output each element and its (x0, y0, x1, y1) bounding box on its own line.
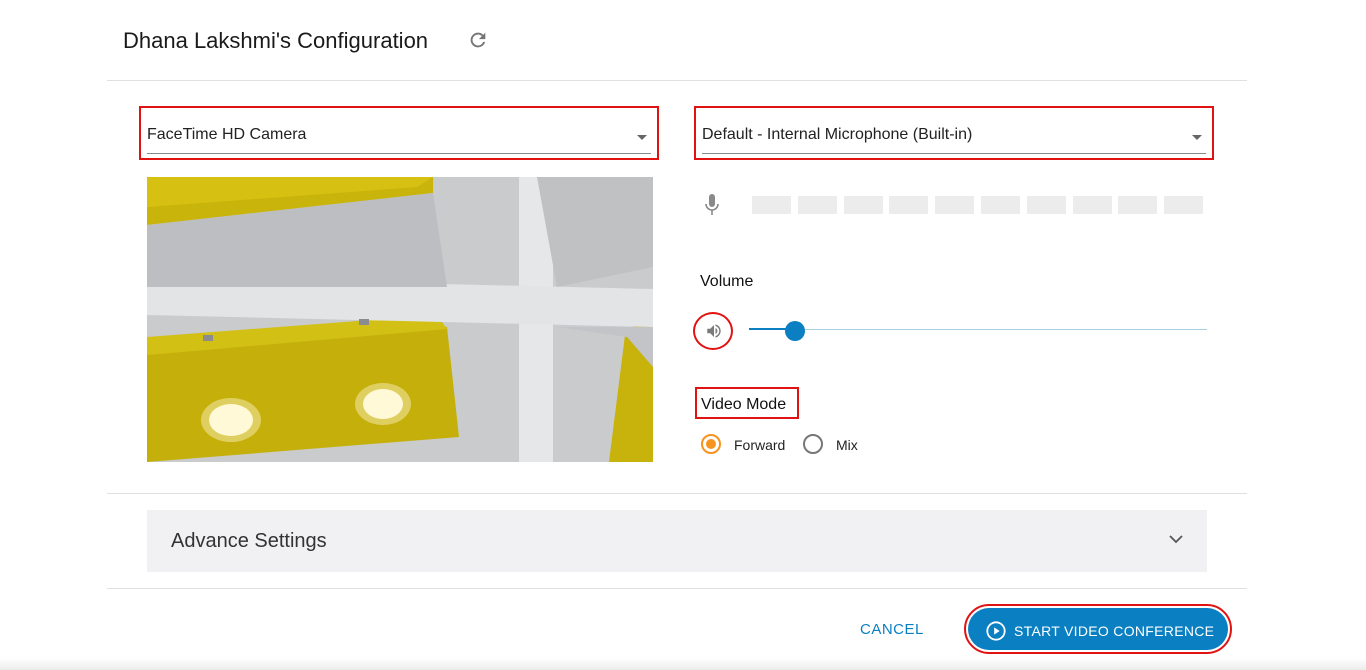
volume-slider-thumb[interactable] (784, 321, 805, 341)
radio-circle (803, 434, 823, 454)
meter-segment (797, 196, 837, 214)
page-title: Dhana Lakshmi's Configuration (123, 28, 429, 53)
start-video-conference-label: START VIDEO CONFERENCE (1014, 623, 1215, 639)
radio-forward-label: Forward (734, 437, 786, 453)
start-video-conference-button[interactable]: START VIDEO CONFERENCE (964, 604, 1232, 654)
microphone-level-meter (752, 196, 1207, 214)
meter-segment (1164, 196, 1204, 214)
chevron-down-icon (1169, 535, 1183, 544)
cancel-button[interactable]: CANCEL (860, 621, 924, 638)
meter-segment (843, 196, 883, 214)
advance-settings-panel[interactable]: Advance Settings (147, 510, 1207, 572)
divider (107, 588, 1247, 589)
configuration-dialog: Dhana Lakshmi's Configuration FaceTime H… (107, 0, 1247, 670)
camera-select-value: FaceTime HD Camera (147, 126, 307, 143)
camera-preview (147, 177, 653, 462)
volume-slider[interactable] (749, 318, 1207, 342)
dialog-header: Dhana Lakshmi's Configuration (107, 0, 1247, 81)
camera-select[interactable]: FaceTime HD Camera (139, 106, 659, 160)
meter-segment (752, 196, 791, 214)
divider (107, 493, 1247, 494)
meter-segment (935, 196, 975, 214)
microphone-icon (704, 194, 720, 216)
microphone-select-value: Default - Internal Microphone (Built-in) (702, 126, 973, 143)
advance-settings-label: Advance Settings (171, 530, 327, 552)
meter-segment (981, 196, 1020, 214)
meter-segment (889, 196, 929, 214)
speaker-icon (707, 324, 721, 338)
meter-segment (1072, 196, 1112, 214)
refresh-icon[interactable] (467, 29, 489, 51)
radio-circle (701, 434, 721, 454)
meter-segment (1118, 196, 1158, 214)
volume-slider-track (749, 329, 1207, 330)
page-bottom-shadow (0, 658, 1366, 670)
dropdown-arrow-icon (1192, 135, 1202, 140)
play-circle-icon (986, 621, 1006, 641)
meter-segment (1026, 196, 1066, 214)
video-mode-label: Video Mode (695, 387, 799, 419)
camera-feed-image (147, 177, 653, 462)
microphone-select[interactable]: Default - Internal Microphone (Built-in) (694, 106, 1214, 160)
radio-mix-label: Mix (836, 437, 858, 453)
dropdown-arrow-icon (637, 135, 647, 140)
volume-mute-button[interactable] (693, 312, 733, 350)
volume-label: Volume (700, 273, 754, 290)
